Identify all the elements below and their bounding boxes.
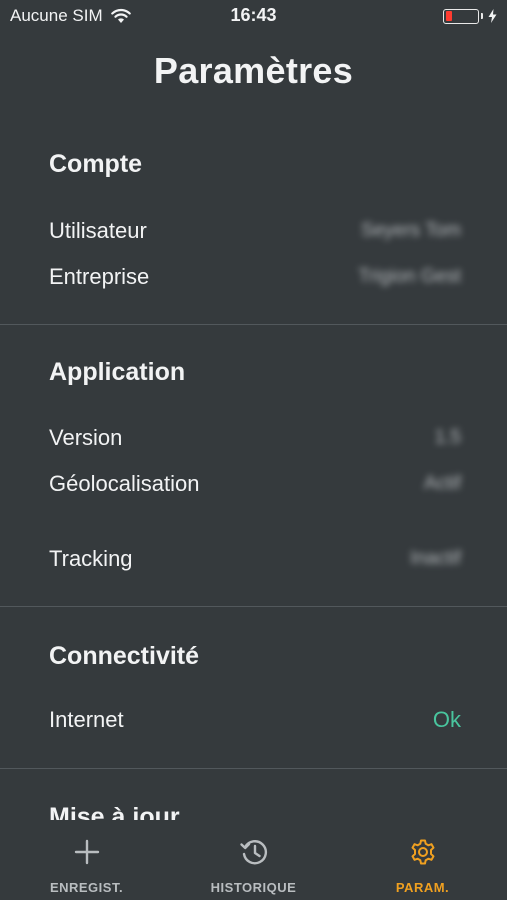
tab-record[interactable]: ENREGIST. — [2, 820, 171, 900]
section-title-connectivity: Connectivité — [49, 642, 200, 670]
tab-bar: ENREGIST. HISTORIQUE PARAM. — [0, 820, 507, 900]
row-label-version: Version — [49, 425, 123, 450]
section-title-update: Mise à jour — [49, 803, 180, 820]
tab-label-record: ENREGIST. — [49, 880, 124, 895]
page-title: Paramètres — [153, 50, 354, 91]
plus-icon — [74, 839, 99, 865]
divider — [0, 768, 507, 769]
row-label-geolocation: Géolocalisation — [49, 471, 200, 496]
gear-icon — [411, 839, 434, 865]
settings-list[interactable]: Compte Utilisateur Seyers Tom Entreprise… — [0, 128, 507, 820]
battery-icon — [443, 8, 479, 24]
clock: 16:43 — [230, 5, 277, 25]
divider — [0, 324, 507, 325]
status-bar: Aucune SIM 16:43 — [0, 0, 507, 32]
battery-level-fill — [445, 11, 452, 21]
divider — [0, 606, 507, 607]
history-icon — [239, 840, 267, 865]
section-title-application: Application — [49, 358, 186, 386]
section-title-account: Compte — [49, 150, 143, 178]
tab-settings[interactable]: PARAM. — [338, 820, 507, 900]
tab-label-settings: PARAM. — [395, 880, 450, 895]
row-label-internet: Internet — [49, 707, 124, 732]
tab-label-history: HISTORIQUE — [210, 880, 297, 895]
tab-history[interactable]: HISTORIQUE — [169, 820, 338, 900]
row-label-company: Entreprise — [49, 264, 150, 289]
row-value-internet: Ok — [432, 707, 461, 732]
row-value-user: Seyers Tom — [361, 220, 461, 241]
row-label-tracking: Tracking — [49, 546, 133, 571]
row-label-user: Utilisateur — [49, 218, 147, 243]
row-value-tracking: Inactif — [410, 548, 461, 569]
row-value-version: 1.5 — [434, 427, 461, 448]
row-value-geolocation: Actif — [424, 473, 461, 494]
row-value-company: Trigion Gest — [358, 266, 461, 287]
